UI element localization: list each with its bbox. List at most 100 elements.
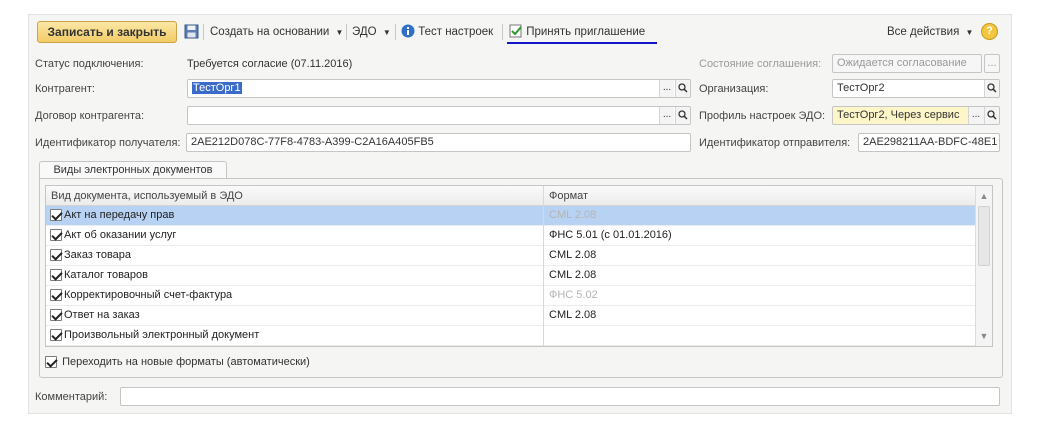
format-cell[interactable] [549, 326, 969, 345]
counterparty-value: ТестОрг1 [192, 82, 242, 94]
info-icon [401, 23, 415, 41]
agreement-status-label: Состояние соглашения: [699, 58, 822, 70]
connection-status-label: Статус подключения: [35, 58, 144, 70]
doc-type-label: Заказ товара [64, 249, 132, 261]
all-actions-label: Все действия [887, 26, 960, 38]
format-cell[interactable]: ФНС 5.02 [549, 286, 969, 305]
edo-label: ЭДО [352, 26, 377, 38]
doc-type-cell[interactable]: Акт об оказании услуг [50, 226, 540, 245]
all-actions-menu[interactable]: Все действия ▼ [887, 23, 973, 41]
contract-field[interactable]: ... [187, 106, 691, 125]
format-cell[interactable]: ФНС 5.01 (с 01.01.2016) [549, 226, 969, 245]
accept-invitation-label: Принять приглашение [526, 26, 646, 39]
table-row[interactable]: Корректировочный счет-фактура ФНС 5.02 [46, 286, 976, 306]
counterparty-field[interactable]: ТестОрг1 ... [187, 79, 691, 98]
doc-type-cell[interactable]: Корректировочный счет-фактура [50, 286, 540, 305]
doc-type-cell[interactable]: Заказ товара [50, 246, 540, 265]
dropdown-arrow-icon: ▼ [965, 28, 974, 37]
contract-label: Договор контрагента: [35, 110, 145, 122]
agreement-status-field: Ожидается согласование [832, 54, 982, 73]
sender-id-value: 2AE298211AA-BDFC-48E1 [863, 136, 998, 148]
profile-label: Профиль настроек ЭДО: [699, 110, 826, 122]
checkbox-checked-icon[interactable] [50, 229, 62, 242]
recipient-id-value: 2AE212D078C-77F8-4783-A399-C2A16A405FB5 [191, 136, 434, 148]
recipient-id-label: Идентификатор получателя: [35, 137, 181, 149]
checkbox-checked-icon[interactable] [50, 329, 62, 342]
scroll-up-icon[interactable]: ▲ [976, 188, 992, 204]
checkbox-checked-icon[interactable] [50, 289, 62, 302]
doc-type-label: Акт на передачу прав [64, 209, 175, 221]
auto-formats-checkbox[interactable]: Переходить на новые форматы (автоматичес… [45, 355, 310, 369]
doc-type-label: Акт об оказании услуг [64, 229, 177, 241]
tab-document-types[interactable]: Виды электронных документов [39, 161, 227, 179]
doc-type-cell[interactable]: Произвольный электронный документ [50, 326, 540, 345]
create-based-on-label: Создать на основании [210, 26, 330, 38]
organization-value: ТестОрг2 [837, 82, 885, 94]
scroll-thumb[interactable] [978, 206, 990, 266]
document-types-table: Вид документа, используемый в ЭДО Формат… [45, 185, 993, 347]
scroll-down-icon[interactable]: ▼ [976, 328, 992, 344]
checkbox-checked-icon[interactable] [50, 249, 62, 262]
form-window: Записать и закрыть Создать на основании … [28, 14, 1012, 414]
profile-value: ТестОрг2, Через сервис [837, 109, 960, 121]
table-row[interactable]: Акт об оказании услуг ФНС 5.01 (с 01.01.2… [46, 226, 976, 246]
doc-type-label: Произвольный электронный документ [64, 329, 260, 341]
organization-field[interactable]: ТестОрг2 [832, 79, 1000, 98]
comment-label: Комментарий: [35, 391, 108, 403]
doc-type-label: Корректировочный счет-фактура [64, 289, 233, 301]
edo-menu[interactable]: ЭДО ▼ [352, 23, 391, 41]
profile-select-button[interactable]: ... [968, 107, 983, 124]
comment-field[interactable] [120, 387, 1000, 406]
checkbox-checked-icon[interactable] [50, 269, 62, 282]
create-based-on-menu[interactable]: Создать на основании ▼ [210, 23, 343, 41]
connection-status-value: Требуется согласие (07.11.2016) [187, 58, 353, 70]
doc-type-cell[interactable]: Акт на передачу прав [50, 206, 540, 225]
doc-type-label: Каталог товаров [64, 269, 148, 281]
table-row[interactable]: Заказ товара CML 2.08 [46, 246, 976, 266]
search-icon[interactable] [675, 107, 690, 124]
column-header-doc-type[interactable]: Вид документа, используемый в ЭДО [46, 186, 543, 206]
doc-type-cell[interactable]: Ответ на заказ [50, 306, 540, 325]
help-icon[interactable]: ? [981, 23, 998, 40]
test-settings-button[interactable]: Тест настроек [401, 23, 493, 41]
search-icon[interactable] [984, 107, 999, 124]
format-cell[interactable]: CML 2.08 [549, 306, 969, 325]
dropdown-arrow-icon: ▼ [335, 28, 344, 37]
format-cell[interactable]: CML 2.08 [549, 266, 969, 285]
sender-id-label: Идентификатор отправителя: [699, 137, 851, 149]
save-and-close-button[interactable]: Записать и закрыть [37, 21, 177, 43]
test-settings-label: Тест настроек [418, 26, 494, 39]
table-row[interactable]: Ответ на заказ CML 2.08 [46, 306, 976, 326]
doc-type-cell[interactable]: Каталог товаров [50, 266, 540, 285]
organization-label: Организация: [699, 83, 769, 95]
table-row[interactable]: Акт на передачу прав CML 2.08 [46, 206, 976, 226]
accept-invitation-button[interactable]: Принять приглашение [509, 23, 645, 41]
format-cell[interactable]: CML 2.08 [549, 246, 969, 265]
checkbox-checked-icon[interactable] [50, 309, 62, 322]
search-icon[interactable] [984, 80, 999, 97]
table-row[interactable]: Каталог товаров CML 2.08 [46, 266, 976, 286]
checkbox-checked-icon[interactable] [50, 209, 62, 222]
document-check-icon [509, 23, 523, 41]
table-scrollbar[interactable]: ▲ ▼ [975, 186, 992, 346]
counterparty-label: Контрагент: [35, 83, 95, 95]
toolbar: Записать и закрыть Создать на основании … [29, 15, 1011, 47]
search-icon[interactable] [675, 80, 690, 97]
auto-formats-label: Переходить на новые форматы (автоматичес… [62, 356, 310, 368]
format-cell[interactable]: CML 2.08 [549, 206, 969, 225]
agreement-status-select-button: ... [984, 54, 1000, 73]
table-header: Вид документа, используемый в ЭДО Формат [46, 186, 976, 206]
checkbox-checked-icon[interactable] [45, 356, 57, 369]
recipient-id-field[interactable]: 2AE212D078C-77F8-4783-A399-C2A16A405FB5 [186, 133, 691, 152]
save-icon[interactable] [184, 24, 199, 42]
table-row[interactable]: Произвольный электронный документ [46, 326, 976, 346]
profile-field[interactable]: ТестОрг2, Через сервис ... [832, 106, 1000, 125]
doc-type-label: Ответ на заказ [64, 309, 140, 321]
sender-id-field[interactable]: 2AE298211AA-BDFC-48E1 [858, 133, 1000, 152]
contract-select-button[interactable]: ... [659, 107, 674, 124]
focus-underline [507, 42, 657, 44]
counterparty-select-button[interactable]: ... [659, 80, 674, 97]
column-header-format[interactable]: Формат [544, 186, 976, 206]
dropdown-arrow-icon: ▼ [382, 28, 391, 37]
agreement-status-value: Ожидается согласование [837, 57, 967, 69]
